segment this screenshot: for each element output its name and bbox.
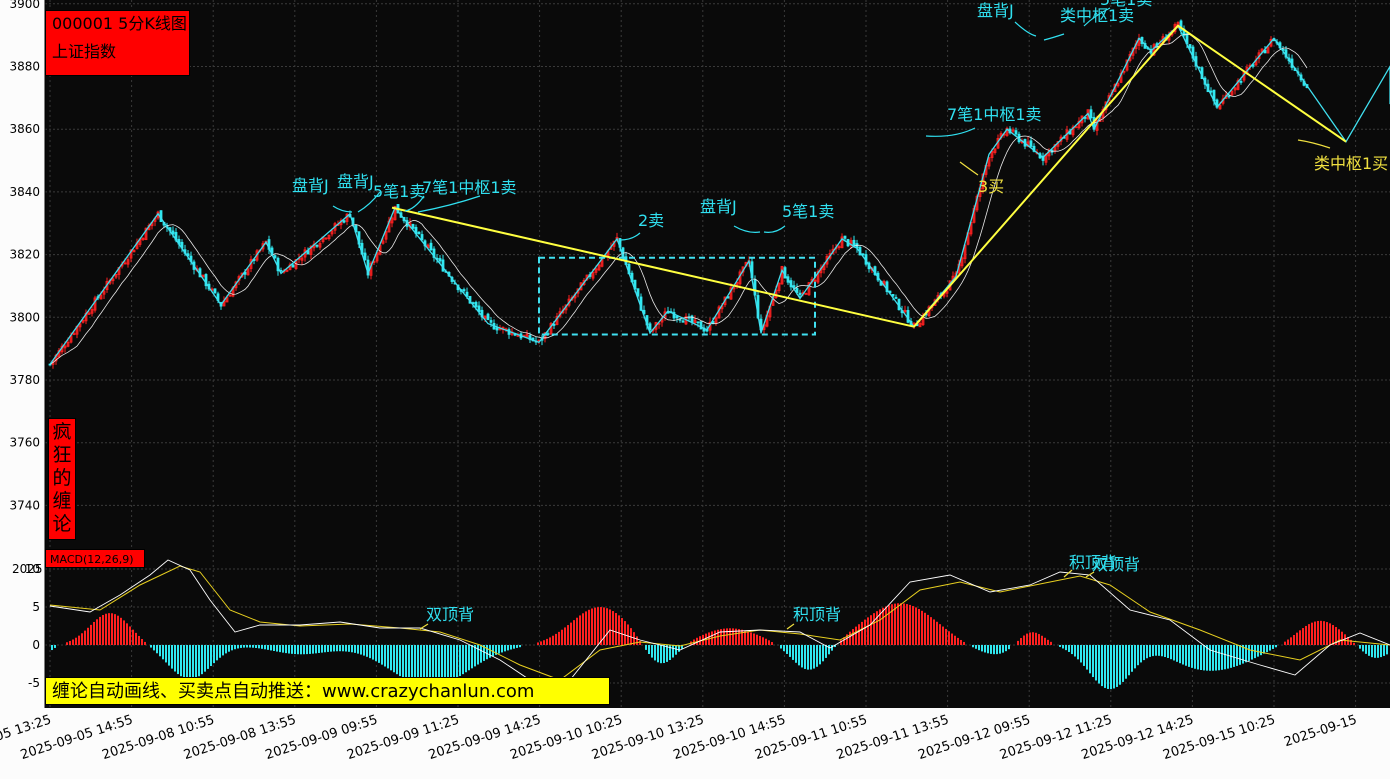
y-tick-label: 3880 xyxy=(9,60,40,74)
candle-body xyxy=(420,234,424,241)
side-char: 的 xyxy=(52,467,72,489)
candle-body xyxy=(441,259,445,272)
candle-body xyxy=(696,321,700,324)
title-badge: 000001 5分K线图 上证指数 xyxy=(45,10,190,76)
candle-body xyxy=(213,288,217,294)
macd-partial-label: 2025 xyxy=(12,562,43,576)
kline-annotation: 盘背J xyxy=(337,172,374,191)
kline-annotation: 5笔1卖 xyxy=(1100,0,1152,9)
kline-chart: 3740 3760 3780 3800 3820 3840 3860 3880 3900 2025… xyxy=(0,0,1390,763)
candle-body xyxy=(273,255,277,259)
candle-body xyxy=(1227,95,1231,98)
kline-annotation: 7笔1中枢1卖 xyxy=(947,105,1042,124)
y-tick-label: 3760 xyxy=(9,436,40,450)
candle-body xyxy=(894,296,898,299)
kline-annotation: 类中枢1买 xyxy=(1314,154,1388,173)
candle-body xyxy=(489,320,493,323)
side-badge: 疯 狂 的 缠 论 xyxy=(48,418,76,540)
kline-annotation: 5笔1卖 xyxy=(373,182,425,201)
candle-body xyxy=(648,323,652,331)
kline-annotation: 5笔1卖 xyxy=(782,202,834,221)
index-name: 上证指数 xyxy=(52,42,117,61)
candle-body xyxy=(411,224,415,229)
side-char: 狂 xyxy=(52,444,72,466)
kline-annotation: 盘背J xyxy=(700,197,737,216)
candle-body xyxy=(843,235,847,239)
candle-body xyxy=(474,301,478,308)
code-title: 000001 5分K线图 xyxy=(52,14,187,33)
candle-body xyxy=(486,313,490,321)
side-char: 论 xyxy=(52,513,72,535)
candle-body xyxy=(363,252,367,261)
macd-y-tick-label: -5 xyxy=(28,676,40,690)
kline-annotation: 2卖 xyxy=(638,211,664,230)
candle-body xyxy=(342,220,346,223)
y-tick-label: 3840 xyxy=(9,185,40,199)
candle-body xyxy=(852,239,856,246)
macd-annotation: 双顶背 xyxy=(426,605,474,624)
candle-body xyxy=(291,264,295,268)
candle-body xyxy=(1239,81,1243,83)
candle-body xyxy=(438,258,442,262)
candle-body xyxy=(417,231,421,235)
kline-annotation: 盘背J xyxy=(977,1,1014,20)
kline-annotation: 3买 xyxy=(978,177,1004,196)
candle-body xyxy=(1089,109,1093,119)
y-tick-label: 3900 xyxy=(9,0,40,11)
macd-annotation: 双顶背 xyxy=(1092,555,1140,574)
y-tick-label: 3780 xyxy=(9,373,40,387)
candle-body xyxy=(462,289,466,292)
y-tick-label: 3740 xyxy=(9,498,40,512)
y-tick-label: 3800 xyxy=(9,310,40,324)
macd-annotation: 积顶背 xyxy=(793,605,841,624)
candle-body xyxy=(1014,130,1018,135)
macd-y-tick-label: 0 xyxy=(32,638,40,652)
side-char: 缠 xyxy=(52,490,72,512)
candle-body xyxy=(906,310,910,323)
candle-body xyxy=(798,292,802,296)
x-tick-label: 2025-09-15 xyxy=(1282,713,1358,751)
side-char: 疯 xyxy=(52,421,72,443)
macd-y-tick-label: 5 xyxy=(32,600,40,614)
candle-body xyxy=(1029,140,1033,147)
promo-banner[interactable]: 缠论自动画线、买卖点自动推送：www.crazychanlun.com xyxy=(45,677,610,705)
chart-stage: 3740 3760 3780 3800 3820 3840 3860 3880 3900 2025… xyxy=(0,0,1390,775)
macd-badge: MACD(12,26,9) xyxy=(45,549,145,568)
candle-body xyxy=(495,327,499,331)
kline-annotation: 7笔1中枢1卖 xyxy=(422,178,517,197)
candle-body xyxy=(429,242,433,251)
candle-body xyxy=(681,320,685,323)
main-panel-bg xyxy=(45,0,1390,553)
candle-body xyxy=(1188,44,1192,49)
candle-body xyxy=(675,315,679,319)
candle-body xyxy=(315,244,319,247)
kline-annotation: 盘背J xyxy=(292,176,329,195)
y-tick-label: 3820 xyxy=(9,248,40,262)
y-tick-label: 3860 xyxy=(9,122,40,136)
